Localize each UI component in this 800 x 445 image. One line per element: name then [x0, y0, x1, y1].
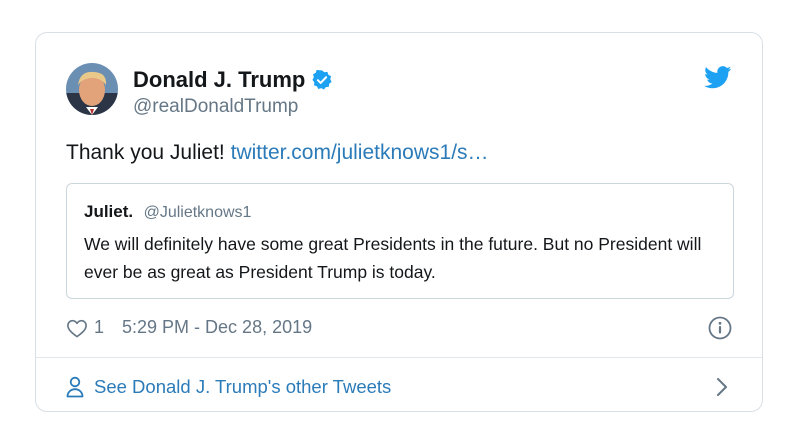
quoted-author-name: Juliet.: [84, 202, 134, 221]
author-name-row[interactable]: Donald J. Trump: [133, 67, 333, 93]
tweet-meta: 1 5:29 PM - Dec 28, 2019: [66, 317, 312, 338]
quoted-tweet[interactable]: Juliet. @Julietknows1 We will definitely…: [66, 183, 734, 299]
quoted-tweet-text: We will definitely have some great Presi…: [84, 234, 702, 282]
tweet-card: Donald J. Trump @realDonaldTrump Thank y…: [35, 32, 763, 412]
info-icon[interactable]: [708, 316, 732, 340]
tweet-body: Thank you Juliet!: [66, 141, 225, 164]
tweet-link[interactable]: twitter.com/julietknows1/s…: [231, 141, 489, 164]
quoted-author-handle: @Julietknows1: [143, 204, 252, 221]
tweet-timestamp[interactable]: 5:29 PM - Dec 28, 2019: [122, 317, 312, 338]
heart-icon[interactable]: [66, 318, 88, 338]
tweet-text: Thank you Juliet! twitter.com/julietknow…: [66, 141, 489, 165]
author-handle[interactable]: @realDonaldTrump: [133, 96, 298, 118]
twitter-bird-icon[interactable]: [704, 66, 732, 89]
divider: [36, 357, 762, 358]
person-icon: [66, 376, 84, 398]
chevron-right-icon[interactable]: [716, 377, 728, 397]
verified-badge-icon: [311, 69, 333, 91]
quoted-tweet-header: Juliet. @Julietknows1: [84, 202, 251, 222]
other-tweets-label[interactable]: See Donald J. Trump's other Tweets: [94, 376, 391, 398]
like-count[interactable]: 1: [94, 317, 104, 338]
author-name[interactable]: Donald J. Trump: [133, 67, 305, 93]
avatar[interactable]: [66, 63, 118, 115]
other-tweets-link[interactable]: See Donald J. Trump's other Tweets: [66, 373, 734, 401]
